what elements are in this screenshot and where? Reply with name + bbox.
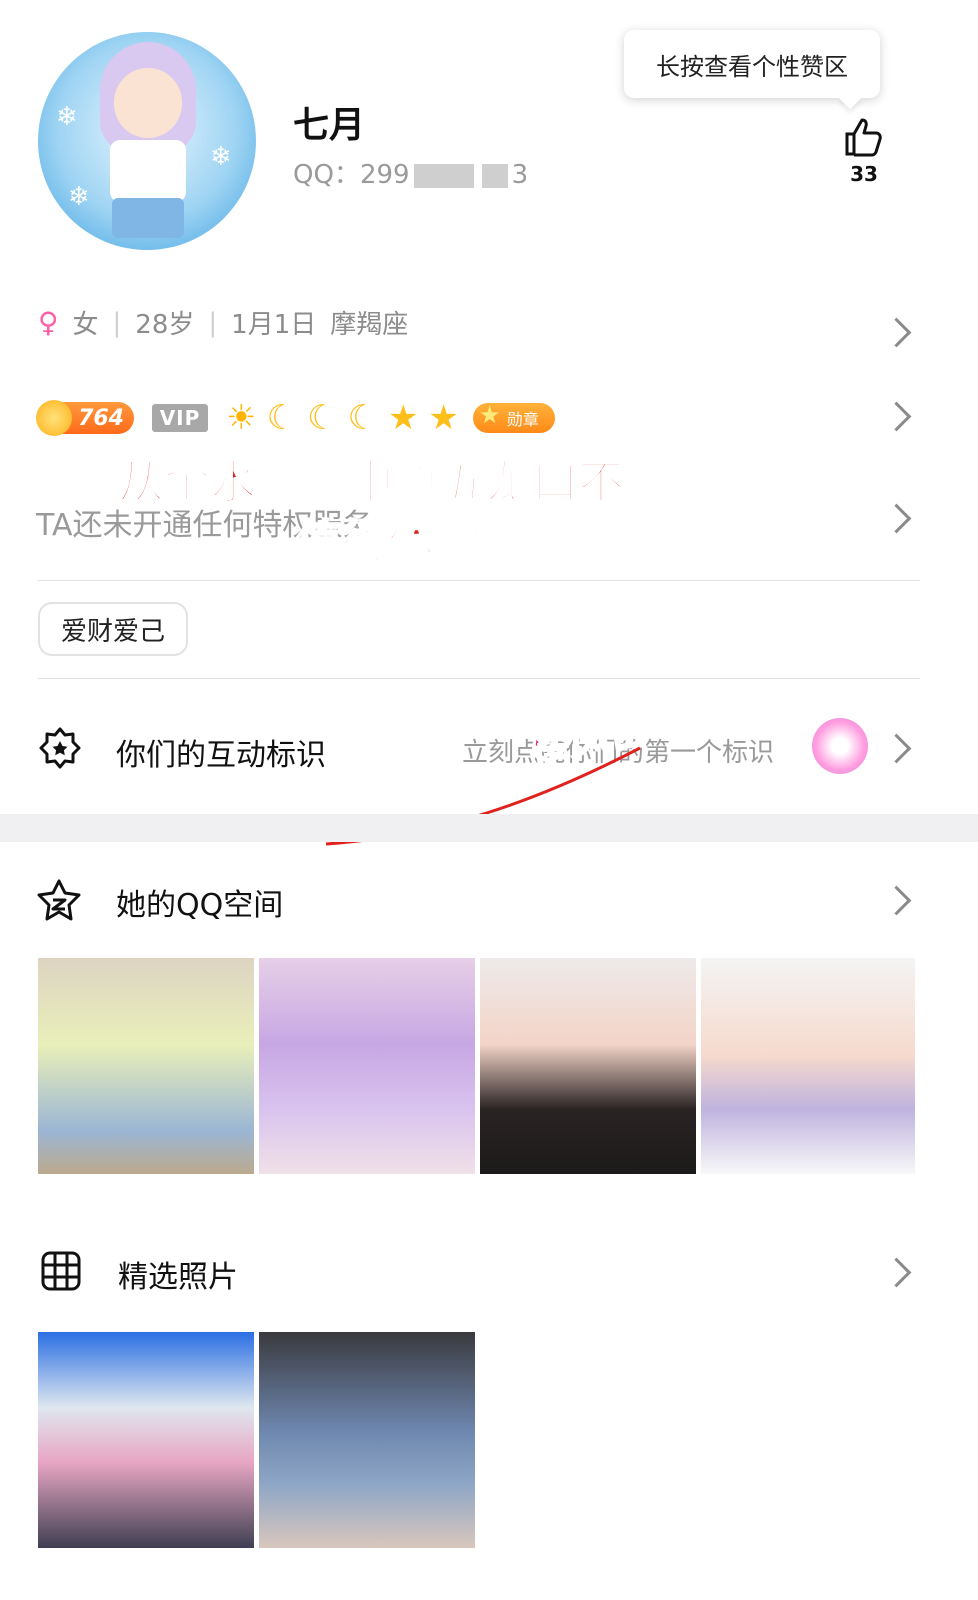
chevron-right-icon[interactable]: [881, 885, 912, 916]
vip-badge: VIP: [152, 404, 208, 432]
tag-chip[interactable]: 爱财爱己: [38, 602, 188, 656]
chevron-right-icon[interactable]: [881, 503, 912, 534]
sun-icon: ☀: [226, 398, 257, 438]
photos-title[interactable]: 精选照片: [118, 1252, 238, 1296]
medal-label: 勋章: [506, 410, 539, 429]
avatar[interactable]: ❄ ❄ ❄: [38, 32, 256, 250]
flower-icon: [812, 718, 868, 774]
like-count: 33: [850, 162, 878, 186]
qq-suffix: 3: [511, 160, 529, 190]
chevron-right-icon[interactable]: [881, 733, 912, 764]
interaction-icon: [38, 726, 82, 774]
divider: [38, 580, 920, 581]
star-icon: ★: [428, 398, 459, 438]
zodiac: 摩羯座: [330, 310, 409, 340]
medal-badge: 勋章: [472, 401, 555, 433]
qzone-photo[interactable]: [38, 958, 254, 1174]
qzone-icon: [36, 878, 82, 926]
interaction-title[interactable]: 你们的互动标识: [116, 730, 326, 774]
qzone-title[interactable]: 她的QQ空间: [116, 880, 283, 924]
level-value: 764: [78, 405, 124, 431]
tooltip-text: 长按查看个性赞区: [656, 52, 848, 81]
moon-icon: ☾: [266, 398, 297, 438]
basic-info-row[interactable]: ♀ 女 | 28岁 | 1月1日 摩羯座: [38, 304, 408, 341]
snowflake-icon: ❄: [210, 142, 232, 172]
chevron-right-icon[interactable]: [881, 317, 912, 348]
moon-icon: ☾: [306, 398, 338, 438]
coin-icon: [36, 400, 72, 436]
like-button[interactable]: 33: [838, 116, 890, 186]
divider: |: [208, 307, 218, 338]
badges-row[interactable]: 764 VIP ☀ ☾ ☾ ☾ ★ ★ 勋章: [36, 398, 555, 438]
qq-redaction: [413, 163, 474, 188]
profile-name: 七月: [293, 105, 366, 146]
overlay-text-line1: 从金水搬到中原五龙口不: [117, 454, 625, 510]
birthday: 1月1日: [231, 310, 317, 340]
star-icon: ★: [387, 398, 419, 438]
qzone-photo[interactable]: [259, 958, 475, 1174]
age: 28岁: [135, 310, 195, 340]
featured-photo[interactable]: [259, 1332, 475, 1548]
avatar-shorts: [112, 198, 184, 238]
qq-number[interactable]: QQ：299 3: [293, 154, 528, 191]
avatar-face: [114, 68, 182, 138]
divider: [38, 678, 920, 679]
featured-photo[interactable]: [38, 1332, 254, 1548]
overlay-text-line2: 值得体验: [295, 514, 481, 570]
divider: |: [112, 307, 122, 338]
thumbs-up-icon: [845, 118, 882, 157]
qzone-photo[interactable]: [480, 958, 696, 1174]
grid-icon: [40, 1250, 82, 1296]
moon-icon: ☾: [347, 398, 378, 438]
level-badge: 764: [36, 400, 134, 436]
gender: 女: [72, 310, 99, 340]
snowflake-icon: ❄: [56, 102, 78, 132]
qq-redaction: [481, 163, 508, 188]
section-gap: [0, 814, 978, 842]
qzone-photo[interactable]: [701, 958, 915, 1174]
female-icon: ♀: [38, 306, 59, 339]
snowflake-icon: ❄: [68, 182, 90, 212]
qq-prefix: 299: [359, 160, 410, 190]
chevron-right-icon[interactable]: [881, 1257, 912, 1288]
chevron-right-icon[interactable]: [881, 401, 912, 432]
like-tooltip: 长按查看个性赞区: [624, 30, 880, 98]
qq-label: QQ：: [293, 160, 360, 190]
avatar-shirt: [110, 140, 186, 202]
